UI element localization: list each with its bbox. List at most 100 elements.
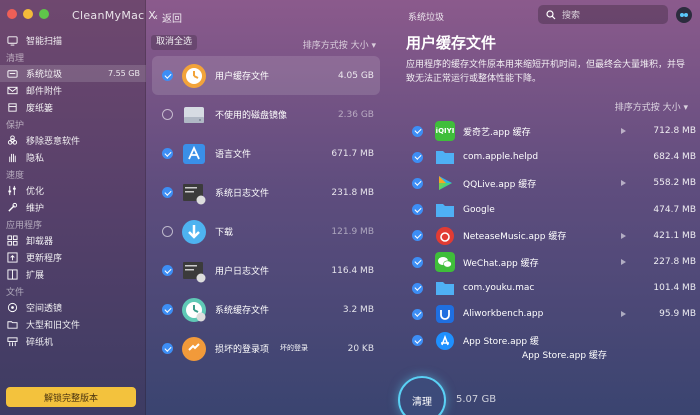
cache-row-netease-music[interactable]: NeteaseMusic.app 缓存 421.1 MB xyxy=(408,223,696,249)
item-size: 474.7 MB xyxy=(653,204,696,215)
folder-icon xyxy=(436,203,454,217)
sidebar-item-label: 维护 xyxy=(26,204,45,214)
sidebar-item-updater[interactable]: 更新程序 xyxy=(0,249,146,266)
sidebar-item-system-junk[interactable]: 系统垃圾 7.55 GB xyxy=(0,65,146,82)
item-label: Aliworkbench.app xyxy=(463,309,544,320)
category-row-language-files[interactable]: 语言文件 671.7 MB xyxy=(152,134,380,173)
item-checkbox[interactable] xyxy=(412,125,423,137)
overlap-text: App Store.app 缓存 xyxy=(522,351,607,361)
category-label: 下载 xyxy=(215,228,234,238)
sidebar-item-extensions[interactable]: 扩展 xyxy=(0,266,146,283)
item-label: com.apple.helpd xyxy=(463,152,539,163)
unlock-full-version-button[interactable]: 解锁完整版本 xyxy=(6,387,136,407)
sidebar-item-space-lens[interactable]: 空间透镜 xyxy=(0,299,146,316)
hand-icon xyxy=(6,152,18,164)
sidebar-item-label: 卸载器 xyxy=(26,237,54,247)
search-field[interactable]: 搜索 xyxy=(538,5,668,24)
expand-arrow-icon[interactable] xyxy=(621,180,626,187)
sidebar-item-label: 废纸篓 xyxy=(26,104,54,114)
item-label: App Store.app 缓 xyxy=(463,337,539,348)
downloads-icon xyxy=(182,219,206,244)
category-row-downloads[interactable]: 下载 121.9 MB xyxy=(152,212,380,251)
system-cache-icon xyxy=(182,297,206,322)
category-size: 671.7 MB xyxy=(331,148,374,159)
category-size: 116.4 MB xyxy=(331,265,374,276)
app-window: CleanMyMac X 智能扫描 清理 系统垃圾 7.55 GB 邮件附件 废… xyxy=(0,0,700,415)
item-checkbox[interactable] xyxy=(412,256,423,268)
sidebar-item-trash[interactable]: 废纸篓 xyxy=(0,99,146,116)
sort-by-size-dropdown[interactable]: 排序方式按 大小 ▾ xyxy=(615,100,688,113)
item-checkbox[interactable] xyxy=(412,282,423,294)
category-row-system-cache[interactable]: 系统缓存文件 3.2 MB xyxy=(152,290,380,329)
assistant-icon[interactable] xyxy=(676,7,692,23)
sidebar-item-label: 隐私 xyxy=(26,154,45,164)
item-checkbox[interactable] xyxy=(412,335,423,347)
sidebar-item-uninstaller[interactable]: 卸载器 xyxy=(0,232,146,249)
minimize-window-button[interactable] xyxy=(23,9,33,19)
cache-row-google[interactable]: Google 474.7 MB xyxy=(408,197,696,223)
sidebar-item-shredder[interactable]: 碎纸机 xyxy=(0,333,146,350)
sort-by-size-dropdown[interactable]: 排序方式按 大小 ▾ xyxy=(303,38,376,51)
category-checkbox[interactable] xyxy=(162,226,173,237)
category-label: 系统日志文件 xyxy=(215,189,270,199)
item-label: WeChat.app 缓存 xyxy=(463,258,539,269)
sidebar-item-mail-attachments[interactable]: 邮件附件 xyxy=(0,82,146,99)
sidebar-section-title: 保护 xyxy=(6,121,25,131)
expand-arrow-icon[interactable] xyxy=(621,311,626,318)
window-controls xyxy=(7,9,49,19)
item-size: 421.1 MB xyxy=(653,230,696,241)
cache-row-qqlive[interactable]: QQLive.app 缓存 558.2 MB xyxy=(408,170,696,196)
sidebar-item-large-old-files[interactable]: 大型和旧文件 xyxy=(0,316,146,333)
sidebar-item-privacy[interactable]: 隐私 xyxy=(0,149,146,166)
app-title: CleanMyMac X xyxy=(72,9,157,22)
item-checkbox[interactable] xyxy=(412,204,423,216)
category-checkbox[interactable] xyxy=(162,343,173,354)
deselect-all-button[interactable]: 取消全选 xyxy=(151,35,198,50)
cache-row-iqiyi[interactable]: iQIYI 爱奇艺.app 缓存 712.8 MB xyxy=(408,118,696,144)
sidebar-nav: 智能扫描 清理 系统垃圾 7.55 GB 邮件附件 废纸篓 保护 移除恶意软件 xyxy=(0,32,146,350)
cache-row-youku[interactable]: com.youku.mac 101.4 MB xyxy=(408,275,696,301)
detail-title: 用户缓存文件 xyxy=(406,34,497,52)
category-checkbox[interactable] xyxy=(162,304,173,315)
category-checkbox[interactable] xyxy=(162,70,173,81)
item-label: NeteaseMusic.app 缓存 xyxy=(463,232,567,243)
category-row-disk-images[interactable]: 不使用的磁盘镜像 2.36 GB xyxy=(152,95,380,134)
item-checkbox[interactable] xyxy=(412,308,423,320)
cache-row-apple-helpd[interactable]: com.apple.helpd 682.4 MB xyxy=(408,144,696,170)
netease-music-icon xyxy=(436,226,454,245)
category-row-broken-login-items[interactable]: 损坏的登录项 20 KB 坏的登录 xyxy=(152,329,380,368)
zoom-window-button[interactable] xyxy=(39,9,49,19)
wechat-icon xyxy=(435,252,455,273)
sidebar-item-optimization[interactable]: 优化 xyxy=(0,182,146,199)
expand-arrow-icon[interactable] xyxy=(621,232,626,239)
category-checkbox[interactable] xyxy=(162,187,173,198)
item-checkbox[interactable] xyxy=(412,230,423,242)
sidebar-item-smart-scan[interactable]: 智能扫描 xyxy=(0,32,146,49)
item-checkbox[interactable] xyxy=(412,151,423,163)
item-checkbox[interactable] xyxy=(412,177,423,189)
cache-row-wechat[interactable]: WeChat.app 缓存 227.8 MB xyxy=(408,249,696,275)
category-checkbox[interactable] xyxy=(162,148,173,159)
expand-arrow-icon[interactable] xyxy=(621,128,626,135)
category-row-user-cache[interactable]: 用户缓存文件 4.05 GB xyxy=(152,56,380,95)
item-size: 95.9 MB xyxy=(659,309,696,320)
folder-icon xyxy=(6,319,18,331)
category-size: 121.9 MB xyxy=(331,226,374,237)
total-clean-size: 5.07 GB xyxy=(456,394,497,405)
category-checkbox[interactable] xyxy=(162,265,173,276)
category-checkbox[interactable] xyxy=(162,109,173,120)
sidebar-item-label: 优化 xyxy=(26,187,45,197)
category-list-pane: ‹ 返回 取消全选 排序方式按 大小 ▾ 用户缓存文件 4.05 GB 不使用的… xyxy=(146,0,386,415)
sidebar-item-maintenance[interactable]: 维护 xyxy=(0,199,146,216)
expand-arrow-icon[interactable] xyxy=(621,259,626,266)
aliworkbench-icon xyxy=(436,305,454,324)
category-row-user-logs[interactable]: 用户日志文件 116.4 MB xyxy=(152,251,380,290)
search-icon xyxy=(546,9,556,19)
category-row-system-logs[interactable]: 系统日志文件 231.8 MB xyxy=(152,173,380,212)
cache-row-aliworkbench[interactable]: Aliworkbench.app 95.9 MB xyxy=(408,301,696,327)
sidebar-item-malware-removal[interactable]: 移除恶意软件 xyxy=(0,132,146,149)
mail-icon xyxy=(6,85,18,97)
back-button[interactable]: ‹ 返回 xyxy=(154,10,182,25)
close-window-button[interactable] xyxy=(7,9,17,19)
item-size: 682.4 MB xyxy=(653,152,696,163)
